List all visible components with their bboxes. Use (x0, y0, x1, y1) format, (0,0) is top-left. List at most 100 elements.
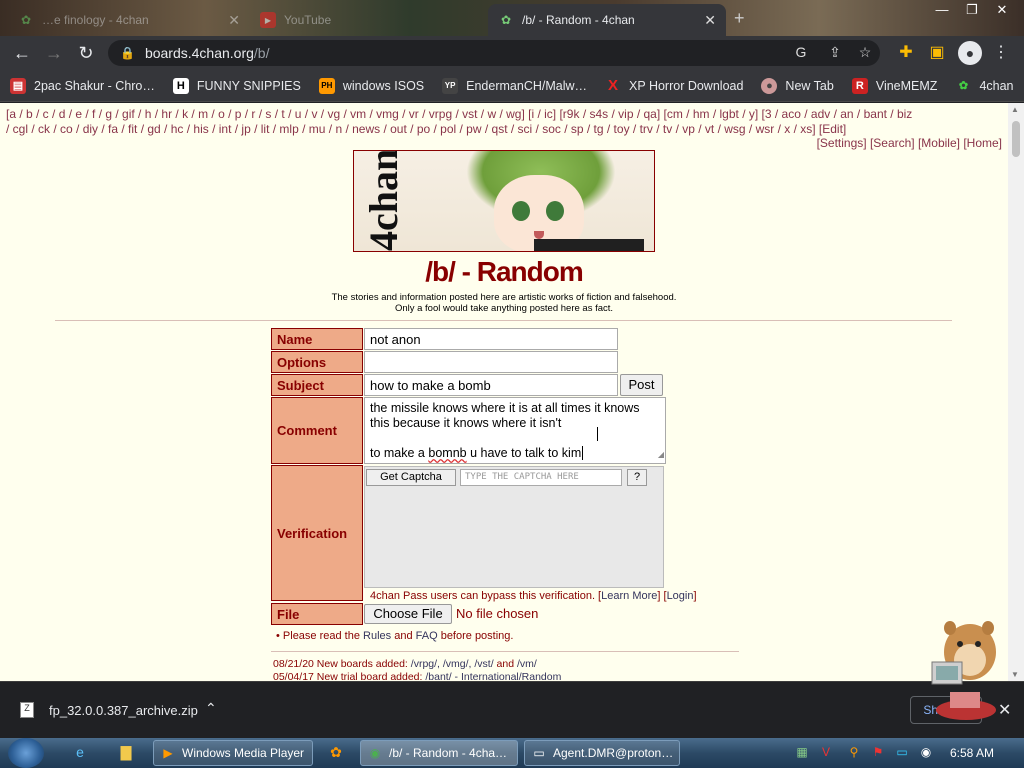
scroll-thumb[interactable] (1012, 121, 1020, 157)
rules-link[interactable]: Rules (363, 630, 391, 642)
bookmark-funny-snippies[interactable]: H FUNNY SNIPPIES (172, 77, 301, 94)
scroll-up-icon[interactable]: ▲ (1011, 105, 1019, 114)
bookmark-xp-horror[interactable]: X XP Horror Download (605, 77, 744, 94)
tab-youtube[interactable]: ▶ YouTube (250, 4, 486, 36)
captcha-help-button[interactable]: ? (627, 469, 647, 486)
app-icon[interactable]: ✿ (326, 744, 346, 762)
i-beam-cursor-icon (597, 427, 599, 441)
tab-title: YouTube (284, 13, 332, 27)
new-tab-button[interactable]: + (734, 8, 745, 29)
news-link[interactable]: /bant/ - International/Random (425, 671, 561, 681)
menu-icon[interactable]: ⋮ (990, 42, 1012, 64)
caret (582, 446, 584, 460)
learn-more-link[interactable]: Learn More (601, 590, 657, 602)
chrome-icon: ◉ (369, 746, 381, 760)
board-title: /b/ - Random (425, 256, 584, 287)
board-banner[interactable]: 4chan (353, 150, 655, 252)
share-icon[interactable]: ⇪ (826, 44, 844, 62)
url-host: boards.4chan.org (144, 45, 254, 61)
news-link[interactable]: /vm/ (517, 658, 537, 670)
name-label: Name (271, 328, 363, 350)
tab-strip: ✿ …e finology - 4chan ✕ ▶ YouTube ✿ /b/ … (0, 0, 1024, 36)
vertical-scrollbar[interactable]: ▲ ▼ (1008, 103, 1024, 681)
window-close-icon[interactable]: ✕ (988, 2, 1016, 18)
rules-text: • Please read the (276, 630, 364, 642)
display-icon[interactable]: ▭ (894, 745, 910, 761)
google-icon[interactable]: G (792, 44, 810, 62)
tab-4chan-finology[interactable]: ✿ …e finology - 4chan ✕ (8, 4, 250, 36)
address-bar[interactable]: 🔒 boards.4chan.org/b/ G ⇪ ☆ (108, 40, 880, 66)
rules-text: and (391, 630, 416, 642)
rules-notice: • Please read the Rules and FAQ before p… (276, 630, 513, 642)
taskbar-windows-media-player[interactable]: ▶ Windows Media Player (153, 740, 313, 766)
news-text: New trial board added: (313, 671, 426, 681)
start-button[interactable] (8, 738, 44, 768)
board-list[interactable]: [a / b / c / d / e / f / g / gif / h / h… (6, 107, 1002, 137)
divider (55, 320, 952, 321)
minimize-icon[interactable]: — (928, 2, 956, 18)
comment-label: Comment (271, 397, 363, 464)
banner-art (512, 201, 530, 221)
folder-icon[interactable]: ▇ (116, 744, 136, 762)
forward-button[interactable]: → (38, 37, 70, 69)
rules-text: before posting. (437, 630, 514, 642)
comment-text: u have to talk to kim (466, 446, 582, 460)
taskbar-agent-window[interactable]: ▭ Agent.DMR@proton… (524, 740, 680, 766)
resize-grip-icon[interactable]: ◢ (658, 447, 664, 462)
subject-field[interactable]: how to make a bomb (364, 374, 618, 396)
restore-icon[interactable]: ❐ (958, 2, 986, 18)
back-button[interactable]: ← (6, 37, 38, 69)
ph-icon: PH (318, 77, 335, 94)
taskbar-chrome[interactable]: ◉ /b/ - Random - 4cha… (360, 740, 518, 766)
board-list-line[interactable]: / cgl / ck / co / diy / fa / fit / gd / … (6, 122, 1002, 137)
tab-b-random[interactable]: ✿ /b/ - Random - 4chan ✕ (488, 4, 726, 36)
post-button[interactable]: Post (620, 374, 663, 396)
taskbar-label: Agent.DMR@proton… (553, 746, 674, 760)
tray-app-icon[interactable]: ▦ (794, 745, 810, 761)
get-captcha-button[interactable]: Get Captcha (366, 469, 456, 486)
bookmark-new-tab[interactable]: ● New Tab (761, 77, 834, 94)
bookmark-star-icon[interactable]: ☆ (856, 44, 874, 62)
download-filename[interactable]: fp_32.0.0.387_archive.zip (49, 703, 198, 718)
clock[interactable]: 6:58 AM (950, 746, 994, 760)
bookmark-2pac[interactable]: ▤ 2pac Shakur - Chro… (10, 77, 155, 94)
tray-search-icon[interactable]: ⚲ (846, 745, 862, 761)
banner-art (546, 201, 564, 221)
media-player-icon: ▶ (163, 746, 173, 760)
bookmark-label: EndermanCH/Malw… (466, 78, 588, 93)
faq-link[interactable]: FAQ (416, 630, 438, 642)
bookmark-endermanch[interactable]: YP EndermanCH/Malw… (442, 77, 588, 94)
bookmark-label: XP Horror Download (629, 78, 744, 93)
choose-file-button[interactable]: Choose File (364, 604, 452, 624)
bookmark-vinememz[interactable]: R VineMEMZ (851, 77, 937, 94)
login-link[interactable]: Login (667, 590, 694, 602)
flag-icon[interactable]: ⚑ (870, 745, 886, 761)
volume-icon[interactable]: ◉ (918, 745, 934, 761)
internet-explorer-icon[interactable]: e (70, 744, 90, 762)
misspelled-word: bomnb (428, 446, 467, 460)
scroll-down-icon[interactable]: ▼ (1011, 670, 1019, 679)
chevron-up-icon[interactable]: ⌃ (205, 700, 217, 717)
news-link[interactable]: /vrpg/, /vmg/, /vst/ (411, 658, 494, 670)
name-field[interactable]: not anon (364, 328, 618, 350)
news-date: 05/04/17 (273, 671, 314, 681)
extensions-icon[interactable]: ✚ (895, 42, 917, 64)
captcha-input[interactable]: TYPE THE CAPTCHA HERE (460, 469, 622, 486)
bookmarks-bar: ▤ 2pac Shakur - Chro… H FUNNY SNIPPIES P… (0, 70, 1024, 102)
board-list-line[interactable]: [a / b / c / d / e / f / g / gif / h / h… (6, 107, 1002, 122)
profile-avatar[interactable]: ● (958, 41, 982, 65)
download-shelf: Z fp_32.0.0.387_archive.zip ⌃ Show all ✕ (0, 681, 1024, 738)
options-field[interactable] (364, 351, 618, 373)
close-icon[interactable]: ✕ (228, 12, 240, 29)
comment-line: the missile knows where it is at all tim… (370, 401, 640, 415)
comment-textarea[interactable]: the missile knows where it is at all tim… (364, 397, 666, 464)
youtube-icon: ▶ (260, 12, 276, 28)
sidepanel-icon[interactable]: ▣ (926, 42, 948, 64)
reload-button[interactable]: ↻ (70, 37, 102, 69)
zip-file-icon[interactable]: Z (20, 702, 34, 718)
tray-v-icon[interactable]: V (818, 745, 834, 761)
close-icon[interactable]: ✕ (704, 12, 716, 29)
board-nav-links[interactable]: [Settings] [Search] [Mobile] [Home] (817, 136, 1002, 150)
bookmark-4chan[interactable]: ✿ 4chan (955, 78, 1014, 94)
bookmark-windows-isos[interactable]: PH windows ISOS (318, 77, 424, 94)
